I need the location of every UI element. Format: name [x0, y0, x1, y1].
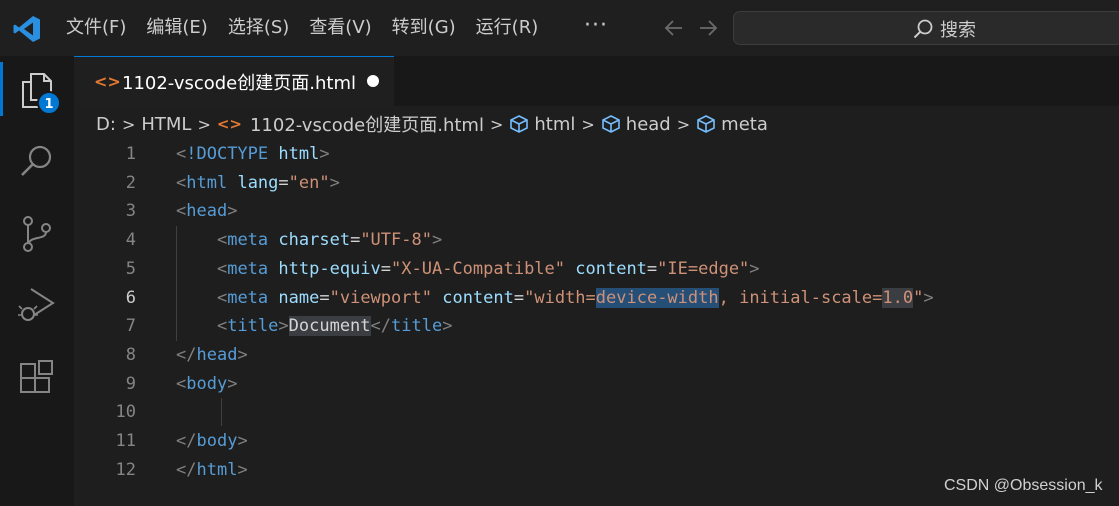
code-line: 1 <!DOCTYPE html>: [74, 140, 1119, 169]
word-highlight: Document: [288, 316, 371, 337]
symbol-cube-icon: [697, 115, 715, 133]
search-view-button[interactable]: [17, 142, 57, 182]
menu-run[interactable]: 运行(R): [466, 0, 549, 56]
chevron-right-icon: >: [197, 114, 211, 134]
vscode-logo-icon: [13, 16, 40, 42]
line-number: 8: [125, 344, 136, 365]
code-text: </body>: [176, 431, 248, 451]
title-bar: 文件(F) 编辑(E) 选择(S) 查看(V) 转到(G) 运行(R) ··· …: [0, 0, 1119, 56]
search-content: 搜索: [912, 16, 976, 42]
menu-file[interactable]: 文件(F): [56, 0, 136, 56]
activity-bar: 1: [0, 56, 74, 506]
code-text: </head>: [176, 344, 248, 365]
code-text: <body>: [176, 373, 238, 394]
line-number: 4: [125, 230, 136, 251]
source-control-icon: [23, 216, 51, 252]
breadcrumb-symbol-meta[interactable]: meta: [721, 114, 768, 135]
code-line: 9 <body>: [74, 370, 1119, 399]
breadcrumb: D: > HTML > <> 1102-vscode创建页面.html > ht…: [96, 110, 768, 138]
code-text: <html lang="en">: [176, 172, 340, 193]
unsaved-dot-icon[interactable]: [367, 75, 379, 87]
line-number: 6: [125, 287, 136, 308]
code-line: 10: [74, 398, 1119, 427]
code-text: <meta charset="UTF-8">: [216, 230, 443, 251]
code-text: <meta http-equiv="X-UA-Compatible" conte…: [216, 258, 760, 279]
run-debug-icon: [18, 288, 55, 321]
breadcrumb-drive[interactable]: D:: [96, 114, 116, 135]
html-file-icon: <>: [216, 115, 242, 133]
active-indicator: [0, 62, 3, 116]
line-number: 9: [125, 373, 136, 394]
symbol-cube-icon: [601, 115, 620, 133]
line-number: 10: [115, 402, 136, 423]
menu-edit[interactable]: 编辑(E): [136, 0, 217, 56]
selection-highlight: device-width: [595, 287, 719, 308]
command-center-search[interactable]: 搜索: [733, 11, 1119, 45]
chevron-right-icon: >: [676, 114, 691, 134]
arrow-right-icon[interactable]: [696, 14, 720, 42]
more-menu-button[interactable]: ···: [584, 0, 608, 56]
line-number: 3: [125, 201, 136, 222]
tab-active-file[interactable]: <> 1102-vscode创建页面.html: [74, 56, 394, 106]
html-file-icon: <>: [94, 72, 121, 91]
code-line: 11 </body>: [74, 427, 1119, 456]
code-text: <head>: [176, 201, 238, 222]
menu-view[interactable]: 查看(V): [299, 0, 381, 56]
chevron-right-icon: >: [489, 114, 504, 134]
code-line: 4 <meta charset="UTF-8">: [74, 226, 1119, 255]
line-number: 12: [115, 459, 136, 480]
search-label: 搜索: [940, 20, 976, 41]
line-number: 5: [125, 258, 136, 279]
code-line: 8 </head>: [74, 341, 1119, 370]
extensions-icon: [20, 360, 53, 393]
source-control-button[interactable]: [17, 214, 57, 254]
line-number: 2: [125, 172, 136, 193]
code-text: <title>Document</title>: [216, 316, 453, 337]
extensions-button[interactable]: [17, 358, 57, 398]
line-number: 7: [125, 316, 136, 337]
watermark-text: CSDN @Obsession_k: [944, 477, 1103, 494]
run-debug-button[interactable]: [17, 284, 57, 324]
explorer-badge: 1: [37, 91, 61, 115]
breadcrumb-symbol-html[interactable]: html: [534, 114, 575, 135]
code-line-active: 6 <meta name="viewport" content="width=d…: [74, 284, 1119, 313]
arrow-left-icon[interactable]: [662, 14, 686, 42]
search-icon: [913, 19, 933, 39]
menu-bar: 文件(F) 编辑(E) 选择(S) 查看(V) 转到(G) 运行(R): [56, 0, 548, 56]
breadcrumb-file[interactable]: 1102-vscode创建页面.html: [250, 111, 484, 137]
code-editor[interactable]: 1 <!DOCTYPE html> 2 <html lang="en"> 3 <…: [74, 140, 1119, 506]
code-line: 3 <head>: [74, 197, 1119, 226]
editor-tab-bar: <> 1102-vscode创建页面.html: [74, 56, 1119, 106]
code-text: <!DOCTYPE html>: [176, 144, 330, 164]
breadcrumb-folder[interactable]: HTML: [141, 114, 191, 135]
line-number: 11: [115, 431, 136, 451]
code-text: <meta name="viewport" content="width=dev…: [216, 287, 934, 308]
tab-label: 1102-vscode创建页面.html: [122, 72, 356, 94]
code-line: 5 <meta http-equiv="X-UA-Compatible" con…: [74, 255, 1119, 284]
magnifier-icon: [21, 145, 52, 176]
menu-go[interactable]: 转到(G): [382, 0, 466, 56]
symbol-cube-icon: [510, 115, 529, 133]
breadcrumb-symbol-head[interactable]: head: [626, 114, 671, 135]
chevron-right-icon: >: [581, 114, 595, 134]
code-line: 7 <title>Document</title>: [74, 312, 1119, 341]
line-number: 1: [125, 144, 136, 164]
code-line: 2 <html lang="en">: [74, 169, 1119, 198]
chevron-right-icon: >: [121, 114, 136, 134]
word-highlight: 1.0: [882, 287, 914, 308]
code-text: </html>: [176, 459, 248, 480]
menu-selection[interactable]: 选择(S): [218, 0, 299, 56]
